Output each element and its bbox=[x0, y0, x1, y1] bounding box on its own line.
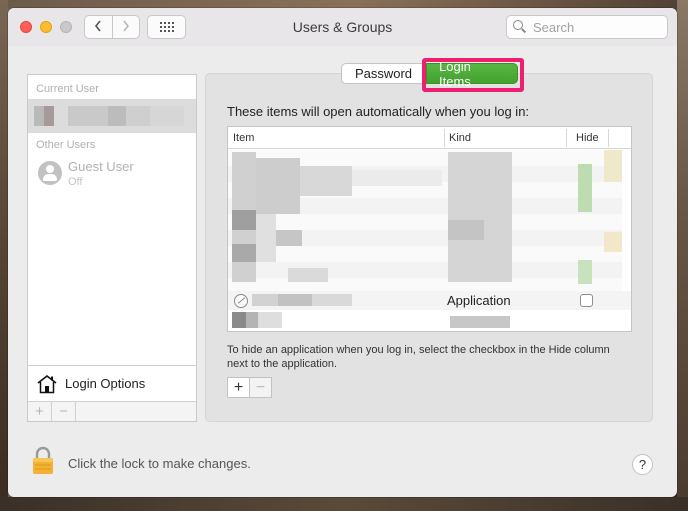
guest-user-name: Guest User bbox=[68, 159, 134, 174]
column-header-hide[interactable]: Hide bbox=[576, 132, 599, 144]
table-header: Item Kind Hide bbox=[228, 127, 631, 149]
table-row[interactable]: Application bbox=[228, 291, 631, 310]
guest-user-status: Off bbox=[68, 176, 83, 188]
login-items-add-remove: + − bbox=[227, 377, 272, 398]
users-list-panel: Current User Other Users Guest User Off bbox=[27, 74, 197, 422]
current-user-row[interactable] bbox=[28, 99, 196, 133]
other-users-label: Other Users bbox=[36, 139, 96, 151]
hide-checkbox[interactable] bbox=[580, 294, 593, 307]
application-icon bbox=[234, 294, 248, 308]
column-header-kind[interactable]: Kind bbox=[449, 132, 471, 144]
title-bar: Users & Groups Search bbox=[8, 8, 677, 46]
house-icon bbox=[36, 374, 58, 394]
redacted-item bbox=[232, 312, 510, 328]
item-kind: Application bbox=[447, 293, 511, 308]
redacted-item-name bbox=[252, 294, 352, 306]
remove-login-item-button[interactable]: − bbox=[249, 378, 271, 397]
add-login-item-button[interactable]: + bbox=[228, 378, 249, 397]
tab-password[interactable]: Password bbox=[341, 63, 426, 84]
add-user-button[interactable]: + bbox=[28, 402, 52, 421]
lock-message: Click the lock to make changes. bbox=[68, 456, 251, 471]
hide-instructions: To hide an application when you log in, … bbox=[227, 344, 610, 370]
desktop-wallpaper-bottom bbox=[0, 497, 688, 511]
search-placeholder: Search bbox=[533, 19, 575, 35]
search-icon bbox=[513, 20, 527, 34]
login-options-label: Login Options bbox=[65, 376, 146, 391]
lock-icon[interactable] bbox=[32, 445, 54, 475]
search-field[interactable]: Search bbox=[506, 15, 668, 39]
desktop-wallpaper-left bbox=[0, 0, 8, 511]
table-row[interactable] bbox=[228, 310, 631, 330]
preferences-window: Users & Groups Search Current User Other… bbox=[8, 8, 677, 497]
login-items-intro: These items will open automatically when… bbox=[227, 104, 530, 119]
remove-user-button[interactable]: − bbox=[52, 402, 76, 421]
avatar bbox=[38, 161, 62, 185]
annotation-highlight bbox=[422, 58, 524, 92]
redacted-login-items bbox=[228, 150, 631, 291]
desktop-wallpaper-right bbox=[677, 0, 688, 511]
guest-user-row[interactable]: Guest User Off bbox=[38, 159, 134, 188]
login-options-button[interactable]: Login Options bbox=[28, 365, 196, 401]
users-toolbar: + − bbox=[28, 401, 196, 421]
help-button[interactable]: ? bbox=[632, 454, 653, 475]
column-header-item[interactable]: Item bbox=[233, 132, 254, 144]
login-items-table[interactable]: Item Kind Hide Application bbox=[227, 126, 632, 332]
current-user-label: Current User bbox=[36, 83, 99, 95]
